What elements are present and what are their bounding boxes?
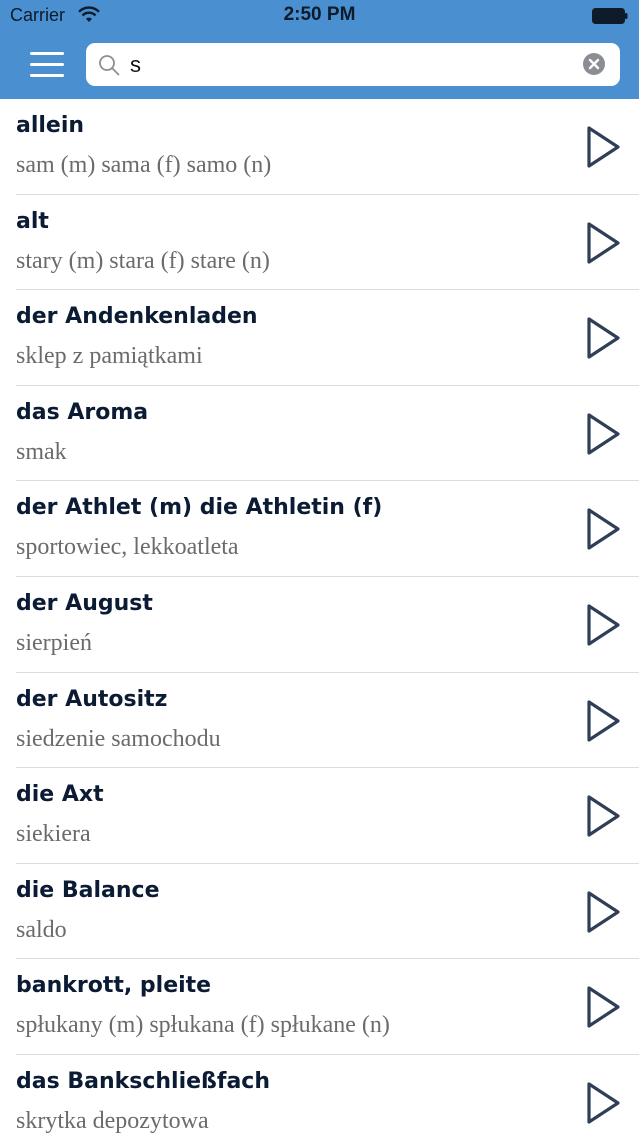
entry-term: die Axt xyxy=(16,782,104,808)
hamburger-menu-icon xyxy=(30,74,64,77)
word-list: allein sam (m) sama (f) samo (n) alt stary … xyxy=(0,99,639,1136)
entry-translation: saldo xyxy=(16,916,67,943)
list-item[interactable]: allein sam (m) sama (f) samo (n) xyxy=(0,99,639,195)
entry-translation: sam (m) sama (f) samo (n) xyxy=(16,152,272,178)
entry-term: der Andenkenladen xyxy=(16,304,258,330)
list-item[interactable]: die Axt siekiera xyxy=(0,768,639,864)
list-item[interactable]: das Aroma smak xyxy=(0,386,639,482)
list-item[interactable]: der Andenkenladen sklep z pamiątkami xyxy=(0,290,639,386)
list-item[interactable]: die Balance saldo xyxy=(0,864,639,960)
entry-term: der August xyxy=(16,590,153,616)
play-icon[interactable] xyxy=(584,793,622,839)
play-icon[interactable] xyxy=(584,315,622,361)
top-bar: Carrier 2:50 PM xyxy=(0,0,639,99)
play-icon[interactable] xyxy=(584,220,622,266)
entry-translation: siekiera xyxy=(16,821,91,848)
status-time: 2:50 PM xyxy=(283,4,356,25)
entry-term: alt xyxy=(16,208,49,234)
entry-translation: siedzenie samochodu xyxy=(16,725,221,752)
entry-term: allein xyxy=(16,113,85,138)
clear-search-button[interactable] xyxy=(583,53,605,75)
play-icon[interactable] xyxy=(584,506,622,552)
status-bar: Carrier 2:50 PM xyxy=(0,0,639,34)
list-item[interactable]: der Autositz siedzenie samochodu xyxy=(0,673,639,769)
entry-term: bankrott, pleite xyxy=(16,973,212,999)
hamburger-menu-icon xyxy=(30,63,64,66)
entry-translation: smak xyxy=(16,438,67,465)
play-icon[interactable] xyxy=(584,124,622,170)
play-icon[interactable] xyxy=(584,1080,622,1126)
search-bar[interactable] xyxy=(86,43,620,86)
search-input[interactable] xyxy=(130,43,570,86)
list-item[interactable]: bankrott, pleite spłukany (m) spłukana (f… xyxy=(0,959,639,1055)
play-icon[interactable] xyxy=(584,889,622,935)
battery-icon xyxy=(592,8,628,24)
entry-term: die Balance xyxy=(16,877,160,903)
list-item[interactable]: der August sierpień xyxy=(0,577,639,673)
entry-term: das Bankschließfach xyxy=(16,1068,270,1094)
clear-icon xyxy=(588,58,600,70)
entry-term: der Autositz xyxy=(16,686,168,712)
list-item[interactable]: das Bankschließfach skrytka depozytowa xyxy=(0,1055,639,1136)
entry-term: das Aroma xyxy=(16,399,149,425)
play-icon[interactable] xyxy=(584,698,622,744)
entry-translation: skrytka depozytowa xyxy=(16,1107,209,1134)
play-icon[interactable] xyxy=(584,411,622,457)
entry-translation: spłukany (m) spłukana (f) spłukane (n) xyxy=(16,1012,390,1039)
entry-translation: sportowiec, lekkoatleta xyxy=(16,534,239,561)
entry-translation: stary (m) stara (f) stare (n) xyxy=(16,247,270,274)
search-icon xyxy=(99,55,120,76)
entry-term: der Athlet (m) die Athletin (f) xyxy=(16,495,383,521)
list-item[interactable]: alt stary (m) stara (f) stare (n) xyxy=(0,195,639,291)
entry-translation: sierpień xyxy=(16,629,92,656)
play-icon[interactable] xyxy=(584,602,622,648)
play-icon[interactable] xyxy=(584,984,622,1030)
list-item[interactable]: der Athlet (m) die Athletin (f) sportowie… xyxy=(0,481,639,577)
hamburger-menu-icon xyxy=(30,52,64,55)
menu-button[interactable] xyxy=(30,52,64,78)
app-screen: Carrier 2:50 PM s allein sam (m) sama (f… xyxy=(0,0,639,1136)
entry-translation: sklep z pamiątkami xyxy=(16,343,203,370)
